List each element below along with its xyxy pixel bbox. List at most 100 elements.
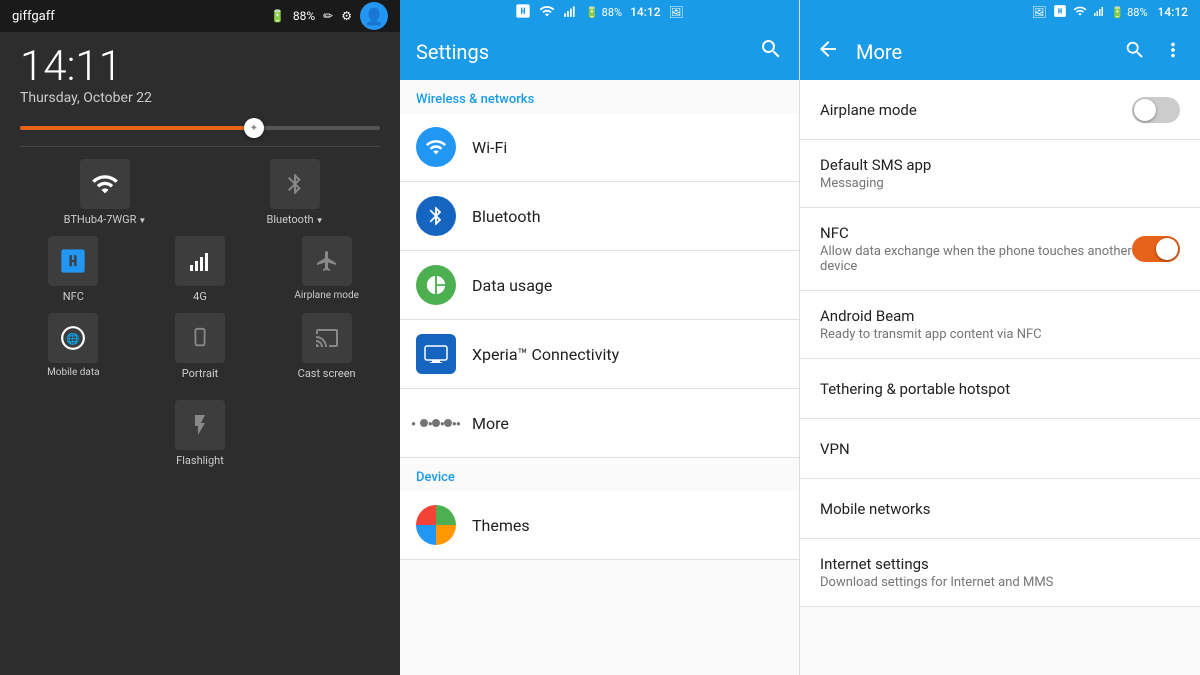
toggle-cast[interactable]: Cast screen [277,313,377,380]
settings-status-bar: 🔋 88% 14:12 🖼 [400,0,799,24]
more-item-nfc[interactable]: NFC Allow data exchange when the phone t… [800,208,1200,291]
flashlight-label: Flashlight [176,454,224,467]
settings-item-data-usage[interactable]: Data usage [400,251,799,320]
data-usage-icon [416,265,456,305]
vpn-title: VPN [820,440,1180,458]
beam-subtitle: Ready to transmit app content via NFC [820,327,1180,342]
photo-icon-mid: 🖼 [669,5,684,19]
bluetooth-toggle-icon [270,159,320,209]
settings-item-xperia[interactable]: Xperia™ Connectivity [400,320,799,389]
settings-panel: 🔋 88% 14:12 🖼 Settings Wireless & networ… [400,0,800,675]
brightness-track[interactable] [20,126,380,130]
themes-label: Themes [472,516,530,535]
sms-title: Default SMS app [820,156,1180,174]
beam-title: Android Beam [820,307,1180,325]
toggle-flashlight[interactable]: Flashlight [150,400,250,467]
bluetooth-name[interactable]: Bluetooth [266,213,323,226]
more-label: More [472,414,509,433]
more-title: More [856,40,1108,64]
data-usage-text: Data usage [472,276,552,295]
nfc-toggle[interactable] [1132,236,1180,262]
back-button[interactable] [816,37,840,67]
brightness-control[interactable] [0,116,400,146]
nfc-title: NFC [820,224,1132,242]
portrait-label: Portrait [182,367,219,380]
airplane-title: Airplane mode [820,101,1132,119]
settings-search-icon[interactable] [759,37,783,67]
more-item-tethering[interactable]: Tethering & portable hotspot [800,359,1200,419]
wifi-network-name[interactable]: BTHub4-7WGR [64,213,147,226]
settings-icon-left[interactable]: ⚙ [341,9,352,23]
nfc-toggle-icon [48,236,98,286]
more-list: Airplane mode Default SMS app Messaging … [800,80,1200,675]
mobile-data-icon: 🌐 [48,313,98,363]
time-section: 14:11 Thursday, October 22 [0,32,400,116]
flashlight-icon [175,400,225,450]
wifi-settings-icon [416,127,456,167]
bluetooth-settings-text: Bluetooth [472,207,541,226]
toggle-row-2: NFC 4G Airplane mode [10,236,390,303]
more-item-internet[interactable]: Internet settings Download settings for … [800,539,1200,607]
sms-subtitle: Messaging [820,176,1180,191]
brightness-fill [20,126,254,130]
avatar-icon[interactable]: 👤 [360,2,388,30]
bluetooth-toggle-label: Bluetooth [266,213,323,226]
wifi-status-icon [539,3,555,22]
bluetooth-settings-icon [416,196,456,236]
nfc-content: NFC Allow data exchange when the phone t… [820,224,1132,274]
themes-icon [416,505,456,545]
status-bar-left: giffgaff 🔋 88% ✏ ⚙ 👤 [0,0,400,32]
more-panel: 🖼 🔋 88% 14:12 More [800,0,1200,675]
time-right: 14:12 [1158,5,1188,19]
more-search-icon[interactable] [1124,39,1146,66]
toggle-bluetooth[interactable]: Bluetooth [245,159,345,226]
nfc-status-icon [515,3,531,22]
settings-item-bluetooth[interactable]: Bluetooth [400,182,799,251]
settings-list: Wireless & networks Wi-Fi Bluetooth [400,80,799,675]
data-usage-label: Data usage [472,276,552,295]
nfc-subtitle: Allow data exchange when the phone touch… [820,244,1132,274]
more-item-vpn[interactable]: VPN [800,419,1200,479]
battery-percent-left: 88% [293,9,315,23]
xperia-text: Xperia™ Connectivity [472,345,619,364]
wifi-settings-text: Wi-Fi [472,138,507,157]
toggle-nfc[interactable]: NFC [23,236,123,303]
xperia-label: Xperia™ Connectivity [472,345,619,364]
mobile-networks-content: Mobile networks [820,500,1180,518]
toggle-4g[interactable]: 4G [150,236,250,303]
toggle-airplane[interactable]: Airplane mode [277,236,377,303]
more-header: More [800,24,1200,80]
internet-subtitle: Download settings for Internet and MMS [820,575,1180,590]
quick-toggles: BTHub4-7WGR Bluetooth NFC [0,147,400,479]
toggle-mobile-data[interactable]: 🌐 Mobile data [23,313,123,380]
nfc-label: NFC [63,290,84,303]
more-item-mobile-networks[interactable]: Mobile networks [800,479,1200,539]
airplane-label: Airplane mode [294,290,359,301]
signal-status-icon [563,4,577,21]
status-icons-left: 🔋 88% ✏ ⚙ 👤 [270,2,388,30]
toggle-row-3: 🌐 Mobile data Portrait Cast screen [10,313,390,380]
edit-icon: ✏ [323,9,333,23]
signal-icon-right [1093,5,1105,20]
settings-header: Settings [400,24,799,80]
toggle-wifi[interactable]: BTHub4-7WGR [55,159,155,226]
4g-toggle-icon [175,236,225,286]
settings-item-themes[interactable]: Themes [400,491,799,560]
xperia-icon [416,334,456,374]
more-item-airplane[interactable]: Airplane mode [800,80,1200,140]
toggle-portrait[interactable]: Portrait [150,313,250,380]
flashlight-section: Flashlight [10,390,390,467]
settings-item-wifi[interactable]: Wi-Fi [400,113,799,182]
nfc-icon-right [1053,4,1067,21]
brightness-thumb[interactable] [244,118,264,138]
more-menu-icon[interactable] [1162,39,1184,66]
settings-item-more[interactable]: More [400,389,799,458]
4g-label: 4G [193,290,207,303]
wifi-icon-right [1073,4,1087,21]
svg-text:🌐: 🌐 [67,332,80,345]
beam-content: Android Beam Ready to transmit app conte… [820,307,1180,342]
more-item-sms[interactable]: Default SMS app Messaging [800,140,1200,208]
battery-icon-left: 🔋 [270,9,285,23]
more-item-android-beam[interactable]: Android Beam Ready to transmit app conte… [800,291,1200,359]
airplane-toggle[interactable] [1132,97,1180,123]
